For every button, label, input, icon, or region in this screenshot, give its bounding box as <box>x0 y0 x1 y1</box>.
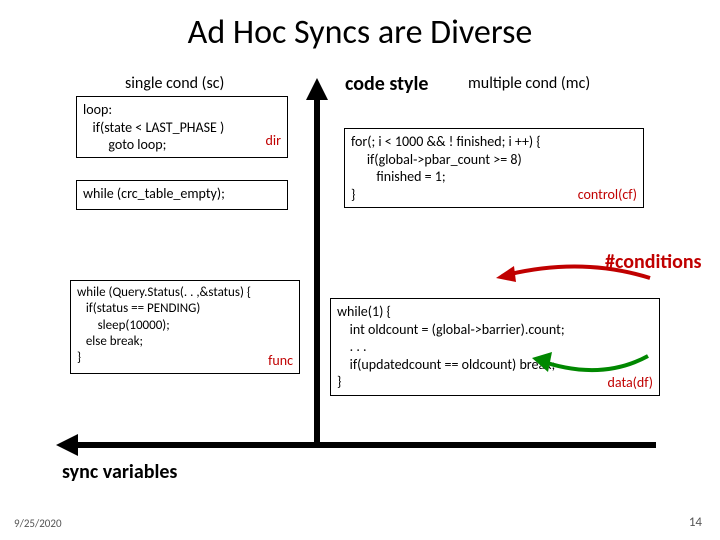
code-line: if(updatedcount == oldcount) break; <box>337 356 653 374</box>
code-line: finished = 1; <box>351 168 637 186</box>
slide-title: Ad Hoc Syncs are Diverse <box>0 0 720 53</box>
code-line: sleep(10000); <box>77 318 293 334</box>
hash-conditions: #conditions <box>605 250 702 274</box>
code-line: if(global->pbar_count >= 8) <box>351 151 637 169</box>
code-line: for(; i < 1000 && ! finished; i ++) { <box>351 133 637 151</box>
header-sc: single cond (sc) <box>125 74 224 93</box>
code-line: } <box>77 350 293 366</box>
tag-control: control(cf) <box>578 186 637 204</box>
code-box-sc3: while (Query.Status(. . ,&status) { if(s… <box>70 280 300 374</box>
arrow-vertical <box>302 78 332 468</box>
code-box-mc1: for(; i < 1000 && ! finished; i ++) { if… <box>344 128 644 208</box>
code-line: goto loop; <box>83 136 281 154</box>
axis-sync-vars: sync variables <box>62 460 177 484</box>
code-line: if(status == PENDING) <box>77 301 293 317</box>
code-line: if(state < LAST_PHASE ) <box>83 119 281 137</box>
code-box-mc2: while(1) { int oldcount = (global->barri… <box>330 298 660 396</box>
code-line: . . . <box>337 338 653 356</box>
code-line: while (crc_table_empty); <box>83 185 281 203</box>
code-line: while(1) { <box>337 303 653 321</box>
header-mc: multiple cond (mc) <box>468 74 590 93</box>
footer-page-number: 14 <box>689 515 702 530</box>
tag-dir: dir <box>266 132 281 150</box>
code-line: loop: <box>83 101 281 119</box>
tag-func: func <box>268 352 293 370</box>
code-line: } <box>337 373 653 391</box>
code-line: else break; <box>77 334 293 350</box>
code-line: while (Query.Status(. . ,&status) { <box>77 285 293 301</box>
axis-code-style: code style <box>345 72 429 96</box>
code-box-sc2: while (crc_table_empty); <box>76 180 288 210</box>
code-line: int oldcount = (global->barrier).count; <box>337 321 653 339</box>
footer-date: 9/25/2020 <box>14 517 62 530</box>
code-box-sc1: loop: if(state < LAST_PHASE ) goto loop;… <box>76 96 288 158</box>
tag-data: data(df) <box>608 374 653 392</box>
arrow-horizontal <box>56 430 676 460</box>
